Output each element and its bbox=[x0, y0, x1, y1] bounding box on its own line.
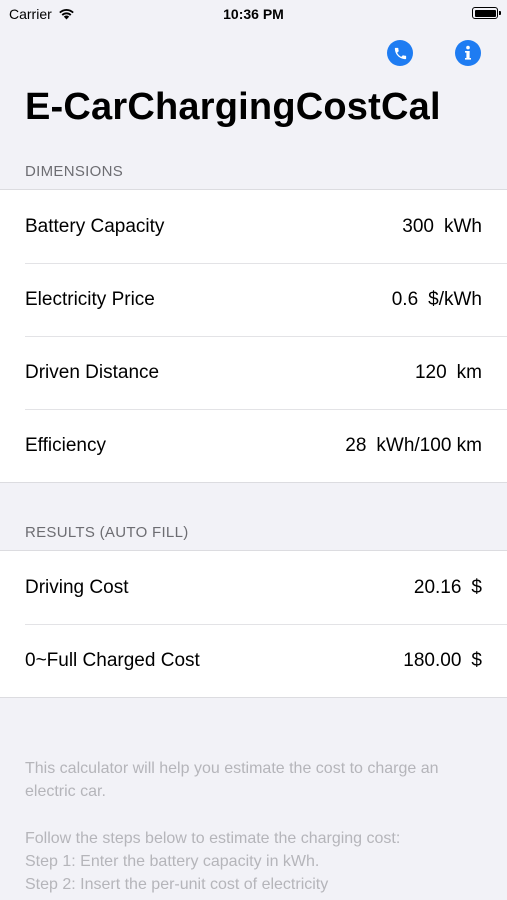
row-unit: $ bbox=[471, 649, 482, 671]
row-unit: $/kWh bbox=[428, 288, 482, 310]
row-value[interactable]: 28 bbox=[345, 435, 366, 457]
electricity-price-field[interactable]: 0.6 $/kWh bbox=[392, 289, 482, 311]
footer-steps-intro: Follow the steps below to estimate the c… bbox=[25, 830, 401, 847]
page-title: E-CarChargingCostCal bbox=[25, 86, 441, 128]
footer-description: This calculator will help you estimate t… bbox=[25, 757, 485, 896]
results-group: Driving Cost 20.16 $ 0~Full Charged Cost… bbox=[0, 550, 507, 698]
row-electricity-price[interactable]: Electricity Price 0.6 $/kWh bbox=[0, 263, 507, 336]
nav-bar-actions bbox=[387, 40, 481, 66]
status-bar: Carrier 10:36 PM bbox=[0, 0, 507, 30]
phone-icon bbox=[394, 47, 406, 59]
row-battery-capacity[interactable]: Battery Capacity 300 kWh bbox=[0, 190, 507, 263]
full-charged-cost-value: 180.00 $ bbox=[403, 650, 482, 672]
footer-step-2: Step 2: Insert the per-unit cost of elec… bbox=[25, 876, 329, 893]
row-label: 0~Full Charged Cost bbox=[25, 649, 200, 671]
row-value[interactable]: 120 bbox=[415, 362, 447, 384]
info-button[interactable] bbox=[455, 40, 481, 66]
driven-distance-field[interactable]: 120 km bbox=[415, 362, 482, 384]
row-value[interactable]: 300 bbox=[402, 216, 434, 238]
driving-cost-value: 20.16 $ bbox=[414, 577, 482, 599]
row-value: 180.00 bbox=[403, 649, 462, 671]
info-icon bbox=[465, 45, 471, 60]
row-label: Efficiency bbox=[25, 434, 106, 456]
footer-step-1: Step 1: Enter the battery capacity in kW… bbox=[25, 853, 320, 870]
dimensions-group: Battery Capacity 300 kWh Electricity Pri… bbox=[0, 189, 507, 483]
battery-capacity-field[interactable]: 300 kWh bbox=[402, 216, 482, 238]
section-header-results: RESULTS (AUTO FILL) bbox=[25, 524, 189, 541]
row-label: Battery Capacity bbox=[25, 215, 165, 237]
row-driven-distance[interactable]: Driven Distance 120 km bbox=[0, 336, 507, 409]
battery-icon bbox=[472, 7, 501, 19]
efficiency-field[interactable]: 28 kWh/100 km bbox=[345, 435, 482, 457]
row-full-charged-cost: 0~Full Charged Cost 180.00 $ bbox=[0, 624, 507, 697]
row-unit: $ bbox=[471, 576, 482, 598]
row-label: Driven Distance bbox=[25, 361, 160, 383]
footer-intro: This calculator will help you estimate t… bbox=[25, 760, 439, 800]
row-value: 20.16 bbox=[413, 576, 462, 598]
row-driving-cost: Driving Cost 20.16 $ bbox=[0, 551, 507, 624]
phone-button[interactable] bbox=[387, 40, 413, 66]
row-unit: km bbox=[456, 361, 482, 383]
row-value[interactable]: 0.6 bbox=[392, 289, 418, 311]
section-header-dimensions: DIMENSIONS bbox=[25, 163, 124, 180]
row-unit: kWh bbox=[444, 215, 482, 237]
status-time: 10:36 PM bbox=[223, 6, 284, 22]
row-efficiency[interactable]: Efficiency 28 kWh/100 km bbox=[0, 409, 507, 482]
row-label: Electricity Price bbox=[25, 288, 155, 310]
row-unit: kWh/100 km bbox=[376, 434, 482, 456]
row-label: Driving Cost bbox=[25, 576, 129, 598]
